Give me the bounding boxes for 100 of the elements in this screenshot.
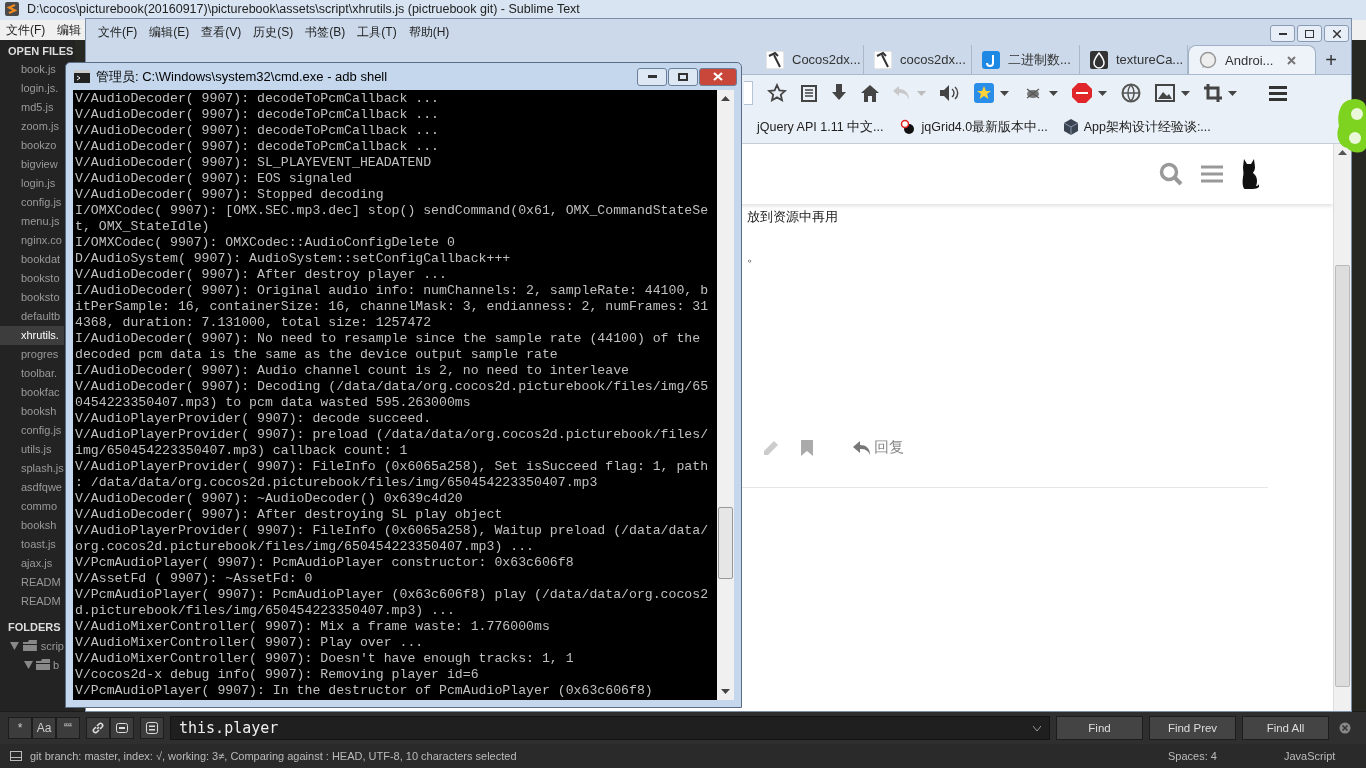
dropdown-caret-icon[interactable] (1033, 725, 1041, 731)
search-icon[interactable] (1159, 162, 1183, 186)
scroll-up-icon[interactable] (721, 96, 730, 101)
bookmark-link[interactable]: jQuery API 1.11 中文... (757, 118, 884, 136)
file-item[interactable]: asdfqwe (0, 478, 64, 497)
maximize-button[interactable] (668, 67, 698, 86)
menu-icon[interactable] (1269, 85, 1287, 101)
close-button[interactable] (699, 67, 737, 86)
file-item[interactable]: login.js (0, 174, 64, 193)
file-item[interactable]: READM (0, 592, 64, 611)
file-item[interactable]: bookdat (0, 250, 64, 269)
find-button[interactable]: Find (1056, 716, 1143, 740)
dropdown-caret-icon[interactable] (1098, 90, 1107, 96)
menu-item[interactable]: 帮助(H) (402, 23, 456, 41)
reply-button[interactable]: 回复 (853, 438, 904, 457)
disclosure-triangle-icon[interactable] (10, 641, 19, 650)
scroll-up-icon[interactable] (1338, 150, 1347, 155)
console-line: V/AudioDecoder( 9907): decodeToPcmCallback ... (75, 91, 441, 107)
find-field[interactable]: this.player (170, 716, 1050, 740)
indentation-setting[interactable]: Spaces: 4 (1168, 750, 1276, 762)
wrap-toggle[interactable] (140, 717, 164, 739)
download-icon[interactable] (831, 84, 847, 102)
speaker-icon[interactable] (940, 85, 960, 101)
file-item[interactable]: splash.js (0, 459, 64, 478)
scrollbar[interactable] (1333, 144, 1351, 711)
star-badge-icon[interactable] (974, 83, 994, 103)
file-item[interactable]: utils.js (0, 440, 64, 459)
in-selection-toggle[interactable] (110, 717, 134, 739)
file-item[interactable]: menu.js (0, 212, 64, 231)
file-item[interactable]: book.js (0, 60, 64, 79)
file-item[interactable]: xhrutils. (0, 326, 64, 345)
file-item[interactable]: config.js (0, 421, 64, 440)
bookmark-link[interactable]: jqGrid4.0最新版本中... (899, 118, 1048, 136)
cat-icon[interactable] (1241, 159, 1259, 189)
find-option-toggle[interactable]: Aa (32, 717, 56, 739)
scrollbar[interactable] (717, 90, 734, 700)
menu-item[interactable]: 历史(S) (247, 23, 300, 41)
image-icon[interactable] (1155, 84, 1175, 102)
menu-item[interactable]: 查看(V) (195, 23, 248, 41)
menu-item[interactable]: 编辑(E) (143, 23, 196, 41)
maximize-button[interactable] (1297, 25, 1322, 42)
panel-icon[interactable] (10, 751, 22, 761)
find-button[interactable]: Find Prev (1149, 716, 1236, 740)
file-item[interactable]: nginx.co (0, 231, 64, 250)
close-icon[interactable] (1339, 722, 1351, 734)
find-option-toggle[interactable]: * (8, 717, 32, 739)
find-option-toggle[interactable]: ““ (56, 717, 80, 739)
file-item[interactable]: bookzo (0, 136, 64, 155)
file-item[interactable]: booksto (0, 269, 64, 288)
file-item[interactable]: md5.js (0, 98, 64, 117)
stop-sign-icon[interactable] (1072, 83, 1092, 103)
menu-item[interactable]: 文件(F) (0, 21, 52, 39)
link-toggle[interactable] (86, 717, 110, 739)
browser-tab[interactable]: Androi... (1188, 45, 1316, 74)
dropdown-caret-icon[interactable] (1181, 90, 1190, 96)
find-button[interactable]: Find All (1242, 716, 1329, 740)
file-item[interactable]: defaultb (0, 307, 64, 326)
close-button[interactable] (1324, 25, 1349, 42)
minimize-button[interactable] (637, 67, 667, 86)
file-item[interactable]: ajax.js (0, 554, 64, 573)
scroll-thumb[interactable] (718, 507, 733, 579)
file-item[interactable]: progres (0, 345, 64, 364)
dropdown-caret-icon[interactable] (1228, 90, 1237, 96)
file-item[interactable]: bigview (0, 155, 64, 174)
reading-list-icon[interactable] (801, 84, 817, 102)
file-item[interactable]: config.js (0, 193, 64, 212)
console-line: V/AudioDecoder( 9907): Decoding (/data/data/org.cocos2d.picturebook/files/img/65 (75, 379, 710, 395)
folder-icon (36, 659, 50, 670)
new-tab-button[interactable]: + (1316, 46, 1346, 74)
bookmark-link[interactable]: App架构设计经验谈:... (1063, 118, 1211, 136)
home-icon[interactable] (861, 84, 879, 102)
window-title: D:\cocos\picturebook(20160917)\picturebook\assets\script\xhrutils.js (pictruebook git) - Sublime Text (27, 2, 580, 16)
disclosure-triangle-icon[interactable] (24, 660, 33, 669)
file-item[interactable]: booksh (0, 516, 64, 535)
file-item[interactable]: READM (0, 573, 64, 592)
menu-item[interactable]: 文件(F) (92, 23, 144, 41)
file-item[interactable]: bookfac (0, 383, 64, 402)
folder-item[interactable]: scrip (0, 636, 64, 655)
file-item[interactable]: zoom.js (0, 117, 64, 136)
star-icon[interactable] (767, 83, 787, 103)
menu-item[interactable]: 书签(B) (299, 23, 352, 41)
scroll-thumb[interactable] (1335, 265, 1350, 687)
menu-item[interactable]: 工具(T) (351, 23, 403, 41)
file-item[interactable]: commo (0, 497, 64, 516)
file-item[interactable]: login.js. (0, 79, 64, 98)
file-item[interactable]: toolbar. (0, 364, 64, 383)
file-item[interactable]: booksh (0, 402, 64, 421)
close-tab-icon[interactable] (1287, 55, 1297, 65)
menu-item[interactable]: 编辑 (51, 21, 88, 39)
minimize-button[interactable] (1270, 25, 1295, 42)
syntax-setting[interactable]: JavaScript (1284, 750, 1356, 762)
globe-icon[interactable] (1121, 83, 1141, 103)
scroll-down-icon[interactable] (721, 689, 730, 694)
crop-icon[interactable] (1204, 84, 1222, 102)
address-field[interactable] (744, 81, 753, 105)
file-item[interactable]: toast.js (0, 535, 64, 554)
file-item[interactable]: booksto (0, 288, 64, 307)
folder-item[interactable]: b (0, 655, 64, 674)
dropdown-caret-icon[interactable] (1049, 90, 1058, 96)
dropdown-caret-icon[interactable] (1000, 90, 1009, 96)
